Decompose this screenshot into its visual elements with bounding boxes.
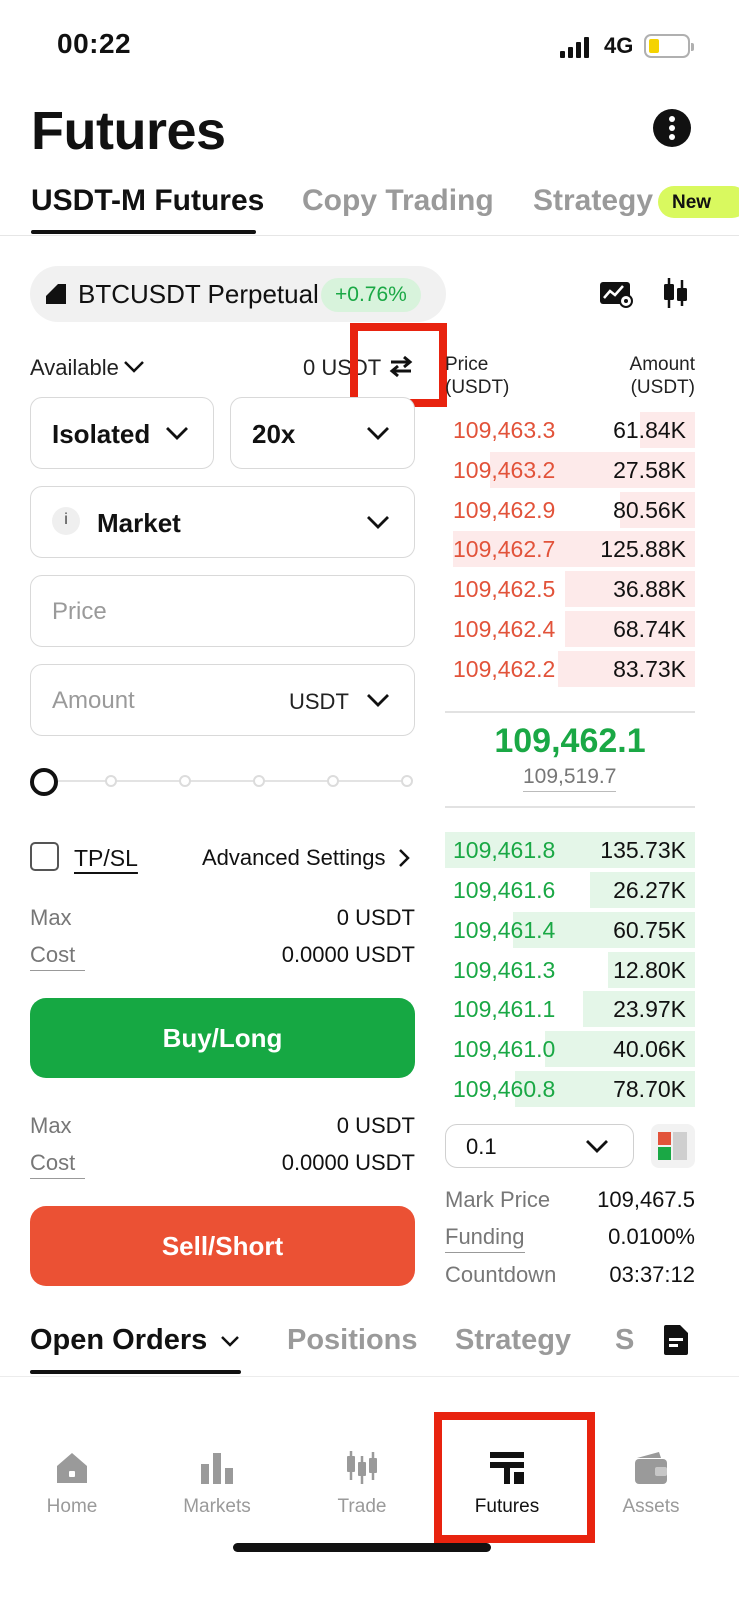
ask-row[interactable]: 109,462.2 83.73K bbox=[445, 651, 695, 687]
buy-max-label: Max bbox=[30, 905, 72, 930]
amount-slider-thumb[interactable] bbox=[30, 768, 58, 796]
ask-row[interactable]: 109,462.5 36.88K bbox=[445, 571, 695, 607]
tpsl-label[interactable]: TP/SL bbox=[74, 845, 138, 872]
chevron-down-icon bbox=[584, 1137, 610, 1162]
highlight-futures-nav bbox=[434, 1412, 595, 1543]
slider-step[interactable] bbox=[179, 775, 191, 787]
order-type-select[interactable] bbox=[30, 486, 415, 558]
bar-chart-icon bbox=[201, 1453, 233, 1484]
ask-row[interactable]: 109,462.4 68.74K bbox=[445, 611, 695, 647]
chevron-down-icon bbox=[164, 424, 190, 449]
bid-row[interactable]: 109,461.6 26.27K bbox=[445, 872, 695, 908]
orderbook-divider bbox=[445, 806, 695, 808]
chart-settings-icon[interactable] bbox=[599, 280, 633, 313]
sell-max-value: 0 USDT bbox=[336, 1113, 415, 1138]
nav-trade[interactable]: Trade bbox=[307, 1450, 417, 1518]
wallet-icon bbox=[635, 1452, 667, 1484]
tab-strategy[interactable]: Strategy bbox=[533, 184, 653, 218]
mark-price-value: 109,467.5 bbox=[597, 1187, 695, 1212]
orderbook-layout-icon[interactable] bbox=[651, 1124, 695, 1168]
status-time: 00:22 bbox=[57, 28, 132, 59]
slider-step[interactable] bbox=[401, 775, 413, 787]
candlestick-icon bbox=[347, 1451, 377, 1484]
chevron-down-icon bbox=[365, 513, 391, 538]
info-icon[interactable]: i bbox=[52, 507, 80, 535]
more-options-button[interactable] bbox=[653, 109, 691, 147]
ask-row[interactable]: 109,463.2 27.58K bbox=[445, 452, 695, 488]
tpsl-checkbox[interactable] bbox=[30, 842, 59, 871]
new-badge: New bbox=[658, 186, 739, 218]
highlight-transfer-box bbox=[350, 323, 447, 407]
bottom-tabs-divider bbox=[0, 1376, 739, 1377]
slider-step[interactable] bbox=[327, 775, 339, 787]
network-type: 4G bbox=[604, 33, 634, 58]
ask-row[interactable]: 109,462.9 80.56K bbox=[445, 492, 695, 528]
ask-row[interactable]: 109,463.3 61.84K bbox=[445, 412, 695, 448]
available-label[interactable]: Available bbox=[30, 355, 119, 381]
chevron-down-icon[interactable] bbox=[220, 1333, 240, 1354]
amount-unit-select[interactable]: USDT bbox=[289, 689, 349, 715]
funding-label[interactable]: Funding bbox=[445, 1224, 525, 1253]
nav-markets[interactable]: Markets bbox=[162, 1450, 272, 1518]
sell-cost-value: 0.0000 USDT bbox=[281, 1150, 415, 1175]
last-price: 109,462.1 bbox=[494, 722, 646, 760]
orderbook-price-header: Price (USDT) bbox=[445, 354, 510, 398]
bid-row[interactable]: 109,461.3 12.80K bbox=[445, 952, 695, 988]
nav-assets[interactable]: Assets bbox=[596, 1450, 706, 1518]
margin-mode-value: Isolated bbox=[52, 419, 151, 449]
mark-price-small[interactable]: 109,519.7 bbox=[523, 765, 616, 792]
order-history-icon[interactable] bbox=[662, 1324, 690, 1361]
orderbook-amount-header: Amount (USDT) bbox=[629, 354, 695, 398]
leverage-value: 20x bbox=[252, 419, 296, 449]
sell-cost-label[interactable]: Cost bbox=[30, 1150, 85, 1179]
page-title: Futures bbox=[31, 101, 226, 161]
tabs-divider bbox=[0, 235, 739, 236]
buy-cost-label[interactable]: Cost bbox=[30, 942, 85, 971]
chevron-down-icon[interactable] bbox=[122, 356, 146, 383]
active-tab-indicator bbox=[31, 230, 256, 234]
chevron-down-icon bbox=[365, 424, 391, 449]
tab-more[interactable]: S bbox=[615, 1324, 634, 1357]
slider-step[interactable] bbox=[253, 775, 265, 787]
bid-row[interactable]: 109,461.0 40.06K bbox=[445, 1031, 695, 1067]
tab-strategy-orders[interactable]: Strategy bbox=[455, 1324, 571, 1357]
price-placeholder: Price bbox=[52, 598, 107, 625]
sell-short-button[interactable]: Sell/Short bbox=[30, 1206, 415, 1286]
depth-step-value: 0.1 bbox=[466, 1134, 497, 1159]
countdown-value: 03:37:12 bbox=[609, 1262, 695, 1287]
advanced-settings-link[interactable]: Advanced Settings bbox=[202, 845, 385, 871]
symbol-change-badge: +0.76% bbox=[321, 278, 421, 312]
orderbook-divider bbox=[445, 711, 695, 713]
symbol-icon bbox=[46, 284, 66, 304]
tab-usdt-m-futures[interactable]: USDT-M Futures bbox=[31, 184, 264, 218]
amount-slider-track[interactable] bbox=[44, 780, 409, 782]
ask-row[interactable]: 109,462.7 125.88K bbox=[445, 531, 695, 567]
chevron-down-icon[interactable] bbox=[365, 691, 391, 716]
tab-open-orders[interactable]: Open Orders bbox=[30, 1324, 207, 1357]
active-bottom-tab-indicator bbox=[30, 1370, 241, 1374]
buy-max-value: 0 USDT bbox=[336, 905, 415, 930]
slider-step[interactable] bbox=[105, 775, 117, 787]
bid-row[interactable]: 109,460.8 78.70K bbox=[445, 1071, 695, 1107]
home-icon bbox=[57, 1453, 87, 1483]
funding-value: 0.0100% bbox=[608, 1224, 695, 1249]
amount-placeholder: Amount bbox=[52, 687, 135, 714]
sell-max-label: Max bbox=[30, 1113, 72, 1138]
tab-copy-trading[interactable]: Copy Trading bbox=[302, 184, 494, 218]
chevron-right-icon[interactable] bbox=[397, 847, 411, 874]
candlestick-icon[interactable] bbox=[663, 276, 689, 315]
battery-icon bbox=[644, 34, 694, 58]
bid-row[interactable]: 109,461.8 135.73K bbox=[445, 832, 695, 868]
signal-icon bbox=[560, 36, 592, 58]
buy-long-button[interactable]: Buy/Long bbox=[30, 998, 415, 1078]
symbol-name: BTCUSDT Perpetual bbox=[78, 279, 319, 309]
order-type-value: Market bbox=[97, 508, 181, 538]
bid-row[interactable]: 109,461.4 60.75K bbox=[445, 912, 695, 948]
tab-positions[interactable]: Positions bbox=[287, 1324, 418, 1357]
bid-row[interactable]: 109,461.1 23.97K bbox=[445, 991, 695, 1027]
nav-home[interactable]: Home bbox=[17, 1450, 127, 1518]
buy-cost-value: 0.0000 USDT bbox=[281, 942, 415, 967]
home-indicator bbox=[233, 1543, 491, 1552]
